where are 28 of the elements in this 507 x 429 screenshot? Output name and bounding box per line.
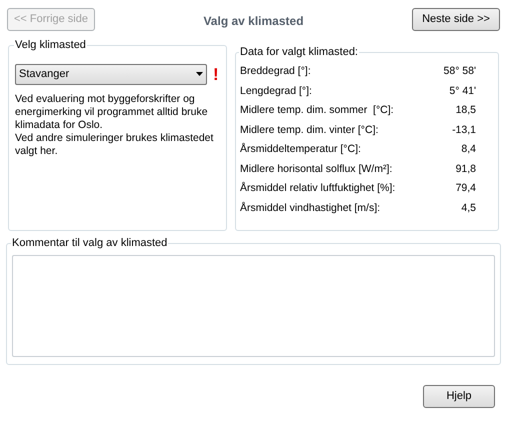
warning-mark: ! <box>213 66 219 82</box>
data-label: Årsmiddel vindhastighet [m/s]: <box>240 200 380 216</box>
help-button[interactable]: Hjelp <box>423 385 495 408</box>
data-label: Breddegrad [°]: <box>240 64 311 80</box>
data-value: 91,8 <box>456 162 476 177</box>
page-title: Valg av klimasted <box>203 13 304 30</box>
data-value: 58° 58' <box>444 64 476 80</box>
data-value: 5° 41' <box>449 84 476 99</box>
data-value: -13,1 <box>452 122 476 138</box>
data-value: 79,4 <box>456 181 476 196</box>
location-dropdown[interactable]: Stavanger <box>15 64 207 84</box>
data-value: 4,5 <box>461 200 476 216</box>
info-text: Ved evaluering mot byggeforskrifter og energimerking vil programmet alltid bruke klimadata for Oslo. <box>15 92 209 132</box>
comment-field[interactable] <box>12 254 495 356</box>
data-label: Midlere temp. dim. sommer [°C]: <box>240 103 394 118</box>
data-label: Årsmiddel relativ luftfuktighet [%]: <box>240 181 396 196</box>
group-legend: Data for valgt klimasted: <box>239 44 359 60</box>
data-label: Midlere temp. dim. vinter [°C]: <box>240 122 378 138</box>
info-text: Ved andre simuleringer brukes klimastedet valgt her. <box>15 132 214 158</box>
data-value: 8,4 <box>461 142 476 158</box>
data-label: Årsmiddeltemperatur [°C]: <box>240 142 361 158</box>
next-page-button[interactable]: Neste side >> <box>412 8 500 31</box>
data-label: Midlere horisontal solflux [W/m²]: <box>240 162 392 177</box>
dropdown-caret-icon <box>196 72 203 76</box>
data-value: 18,5 <box>456 103 476 118</box>
data-label: Lengdegrad [°]: <box>240 84 312 99</box>
group-legend: Kommentar til valg av klimasted <box>11 235 168 252</box>
group-legend: Velg klimasted <box>14 37 87 54</box>
